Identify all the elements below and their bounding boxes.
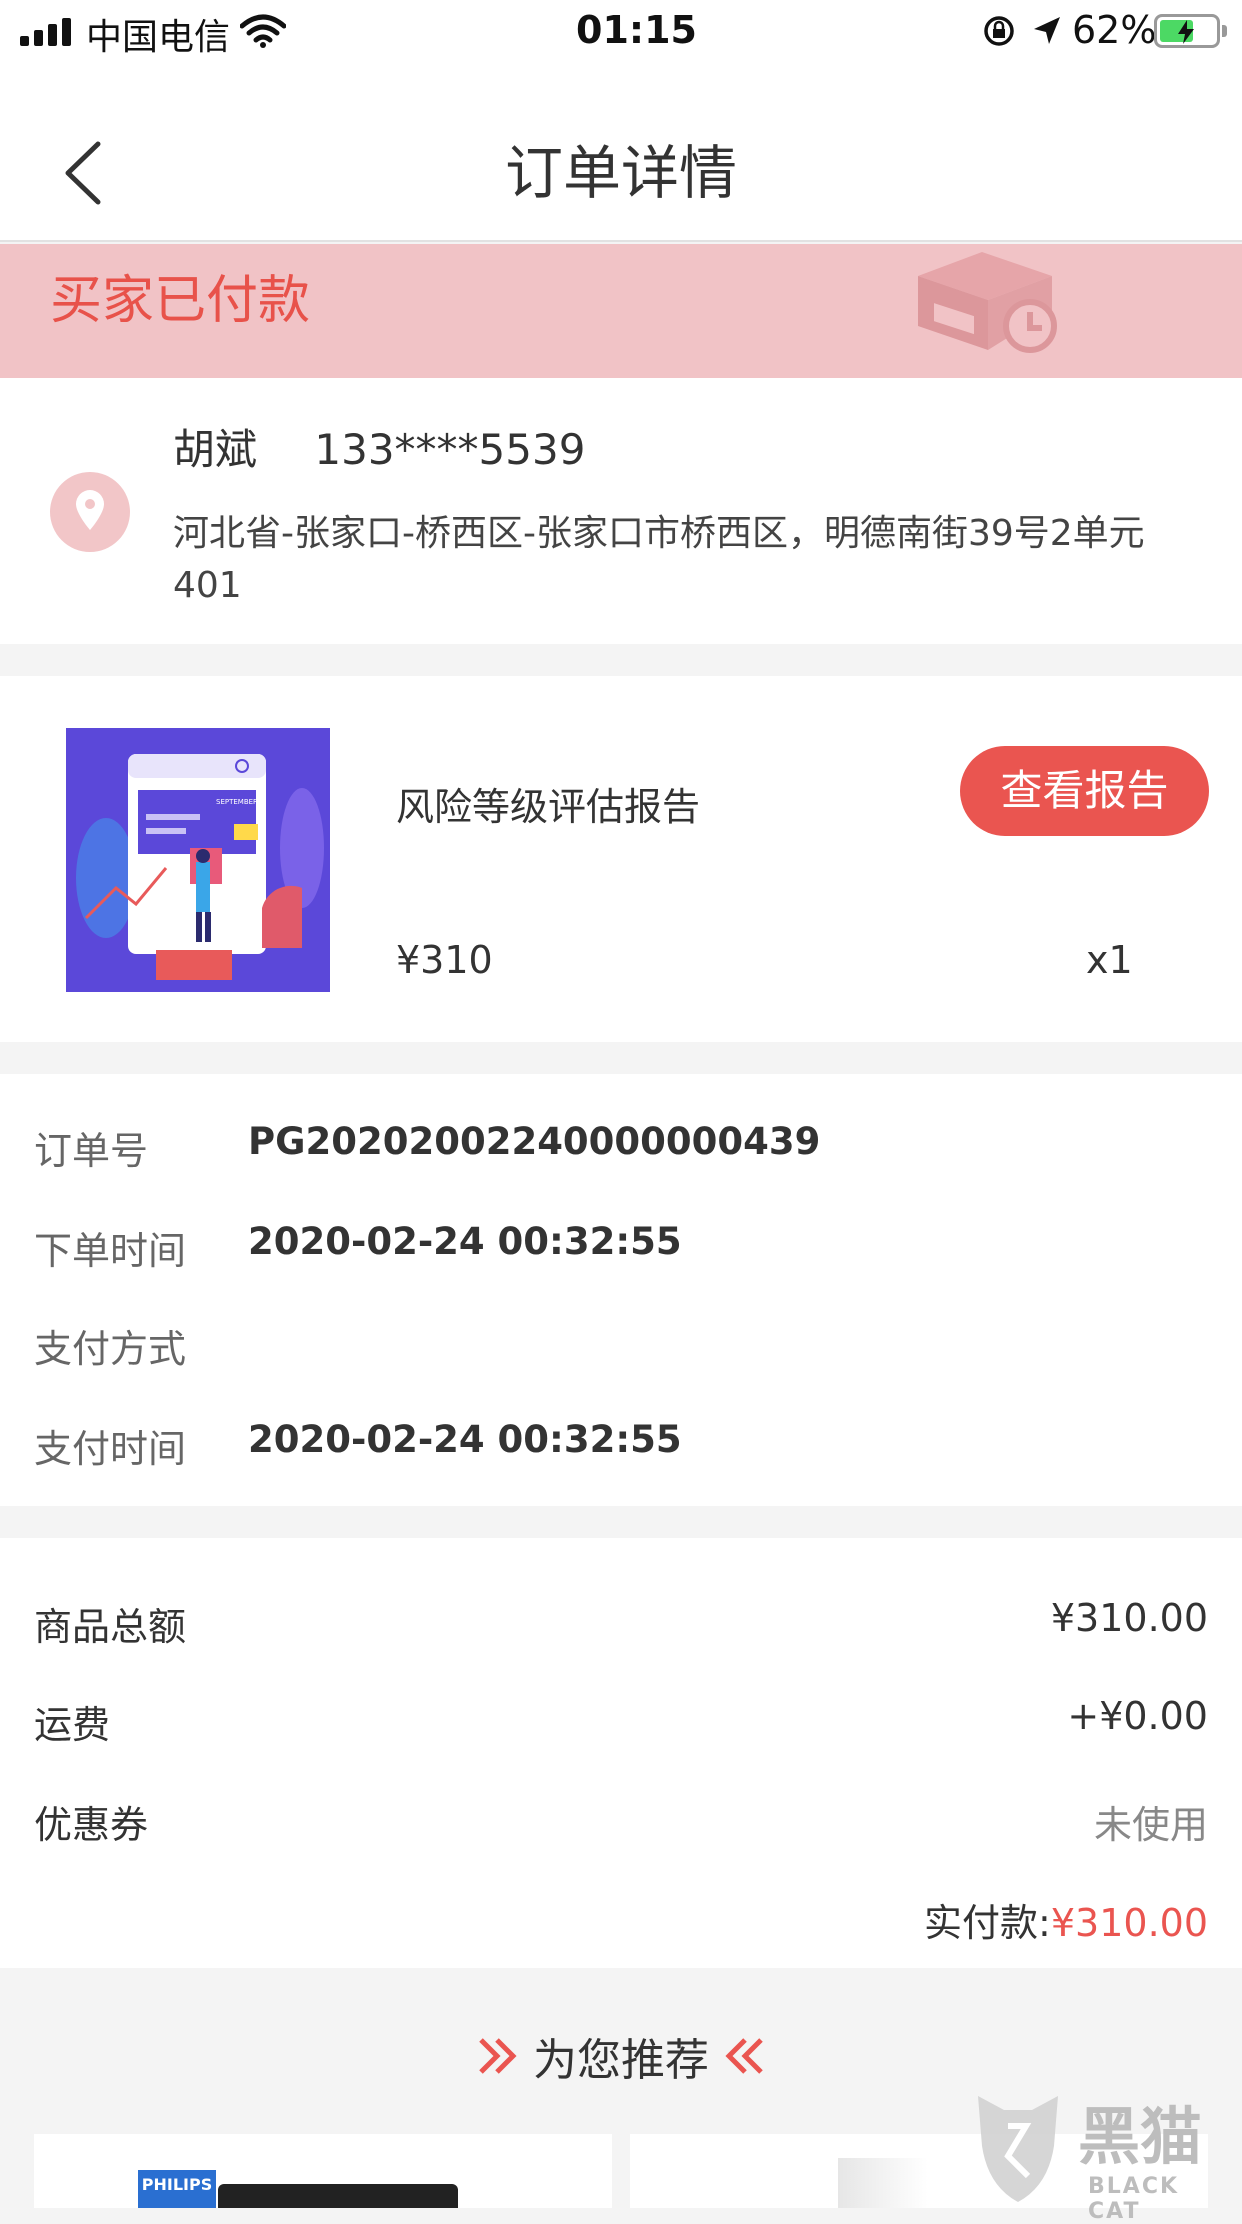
address-line: 河北省-张家口-桥西区-张家口市桥西区，明德南街39号2单元401: [173, 513, 1145, 606]
product-thumbnail[interactable]: SEPTEMBER: [66, 728, 330, 992]
page-title: 订单详情: [504, 139, 737, 207]
recipient-row: 胡斌 133****5539: [173, 416, 585, 477]
order-status-banner: 买家已付款: [0, 244, 1242, 378]
coupon-value: 未使用: [1093, 1803, 1208, 1847]
payment-time-value: 2020-02-24 00:32:55: [248, 1418, 682, 1461]
payment-time-label: 支付时间: [34, 1427, 187, 1471]
product-brand-label: PHILIPS: [138, 2170, 216, 2208]
amount-section: 商品总额 ¥310.00 运费 +¥0.00 优惠券 未使用 实付款:¥310.…: [0, 1538, 1242, 1968]
paid-amount-value: ¥310.00: [1050, 1901, 1208, 1945]
carrier-label: 中国电信: [86, 17, 231, 58]
paid-amount-label: 实付款:: [924, 1901, 1051, 1945]
product-quantity: x1: [1086, 938, 1133, 982]
rotation-lock-icon: [984, 16, 1014, 46]
signal-icon: [20, 18, 76, 46]
recipient-name: 胡斌: [173, 425, 258, 474]
location-pin-icon: [50, 472, 130, 552]
nav-bar: 订单详情: [0, 66, 1242, 242]
cat-logo-icon: [978, 2096, 1058, 2202]
product-name: 风险等级评估报告: [396, 785, 701, 829]
goods-total-label: 商品总额: [34, 1605, 187, 1649]
double-chevron-left-icon: [725, 2038, 763, 2074]
order-number-value: PG20202002240000000439: [248, 1120, 821, 1163]
payment-method-label: 支付方式: [34, 1327, 187, 1371]
watermark-text: 黑猫: [1078, 2100, 1203, 2173]
report-illustration-icon: SEPTEMBER: [66, 728, 330, 992]
shipping-label: 运费: [34, 1703, 111, 1747]
order-info-section: 订单号 PG20202002240000000439 下单时间 2020-02-…: [0, 1074, 1242, 1506]
location-arrow-icon: [1034, 17, 1060, 44]
watermark-sub: BLACK CAT: [1088, 2174, 1180, 2224]
recommend-card[interactable]: PHILIPS: [34, 2134, 612, 2208]
battery-tip: [1222, 25, 1227, 37]
watermark: 黑猫 BLACK CAT: [968, 2086, 1238, 2224]
goods-total-value: ¥310.00: [1050, 1596, 1208, 1640]
coupon-label: 优惠券: [34, 1803, 149, 1847]
product-price: ¥310: [396, 938, 493, 982]
thumb-month-label: SEPTEMBER: [216, 798, 258, 806]
package-clock-icon: [918, 252, 1057, 353]
paid-amount-row: 实付款:¥310.00: [924, 1892, 1208, 1947]
view-report-button[interactable]: 查看报告: [960, 746, 1209, 836]
recipient-phone: 133****5539: [314, 425, 586, 474]
order-status-text: 买家已付款: [50, 271, 311, 331]
recommend-title: 为您推荐: [533, 2035, 709, 2086]
battery-icon: [1154, 14, 1220, 48]
order-time-label: 下单时间: [34, 1229, 187, 1273]
product-section: SEPTEMBER 风险等级评估报告 查看报告 ¥310 x1: [0, 676, 1242, 1042]
address-section[interactable]: 胡斌 133****5539 河北省-张家口-桥西区-张家口市桥西区，明德南街3…: [0, 378, 1242, 644]
status-bar: 中国电信 01:15 62%: [0, 0, 1242, 66]
battery-percent: 62%: [1072, 8, 1157, 52]
clock: 01:15: [576, 8, 697, 52]
recommend-header: 为您推荐: [0, 2024, 1242, 2088]
order-time-value: 2020-02-24 00:32:55: [248, 1220, 682, 1263]
wifi-icon: [240, 14, 286, 48]
double-chevron-right-icon: [479, 2038, 517, 2074]
order-number-label: 订单号: [34, 1129, 149, 1173]
shipping-value: +¥0.00: [1067, 1694, 1208, 1738]
product-image: [218, 2184, 458, 2208]
product-image: [838, 2158, 928, 2208]
